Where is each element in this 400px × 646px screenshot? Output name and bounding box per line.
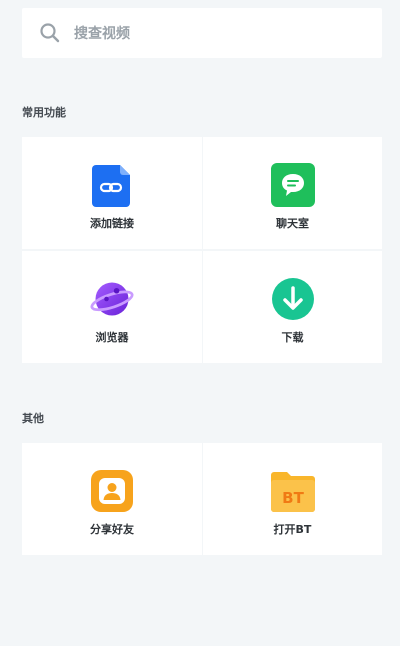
chat-room-label: 聊天室 bbox=[276, 217, 309, 230]
share-friends-button[interactable]: 分享好友 bbox=[22, 443, 202, 555]
browser-button[interactable]: 浏览器 bbox=[22, 251, 202, 363]
chat-room-button[interactable]: 聊天室 bbox=[203, 137, 382, 249]
download-button[interactable]: 下载 bbox=[203, 251, 382, 363]
browser-label: 浏览器 bbox=[95, 331, 129, 344]
share-friends-label: 分享好友 bbox=[90, 523, 134, 536]
add-link-label: 添加链接 bbox=[90, 217, 134, 230]
download-label: 下载 bbox=[281, 331, 304, 344]
link-icon bbox=[90, 163, 134, 207]
chat-icon bbox=[270, 163, 315, 207]
search-icon bbox=[39, 22, 61, 44]
open-bt-button[interactable]: BT 打开BT bbox=[203, 443, 382, 555]
search-input-placeholder[interactable]: 搜查视频 bbox=[74, 23, 130, 43]
search-bar[interactable]: 搜查视频 bbox=[22, 8, 382, 58]
svg-text:BT: BT bbox=[282, 489, 304, 507]
section-title-other: 其他 bbox=[22, 412, 44, 425]
download-icon bbox=[271, 277, 315, 321]
other-functions-grid: 分享好友 BT 打开BT bbox=[22, 443, 382, 555]
common-functions-grid: 添加链接 聊天室 浏览器 下载 bbox=[22, 137, 382, 364]
section-title-common: 常用功能 bbox=[22, 106, 66, 119]
user-card-icon bbox=[90, 469, 134, 513]
planet-icon bbox=[90, 277, 134, 321]
open-bt-label: 打开BT bbox=[273, 523, 312, 536]
add-link-button[interactable]: 添加链接 bbox=[22, 137, 202, 249]
bt-folder-icon: BT bbox=[270, 469, 315, 513]
